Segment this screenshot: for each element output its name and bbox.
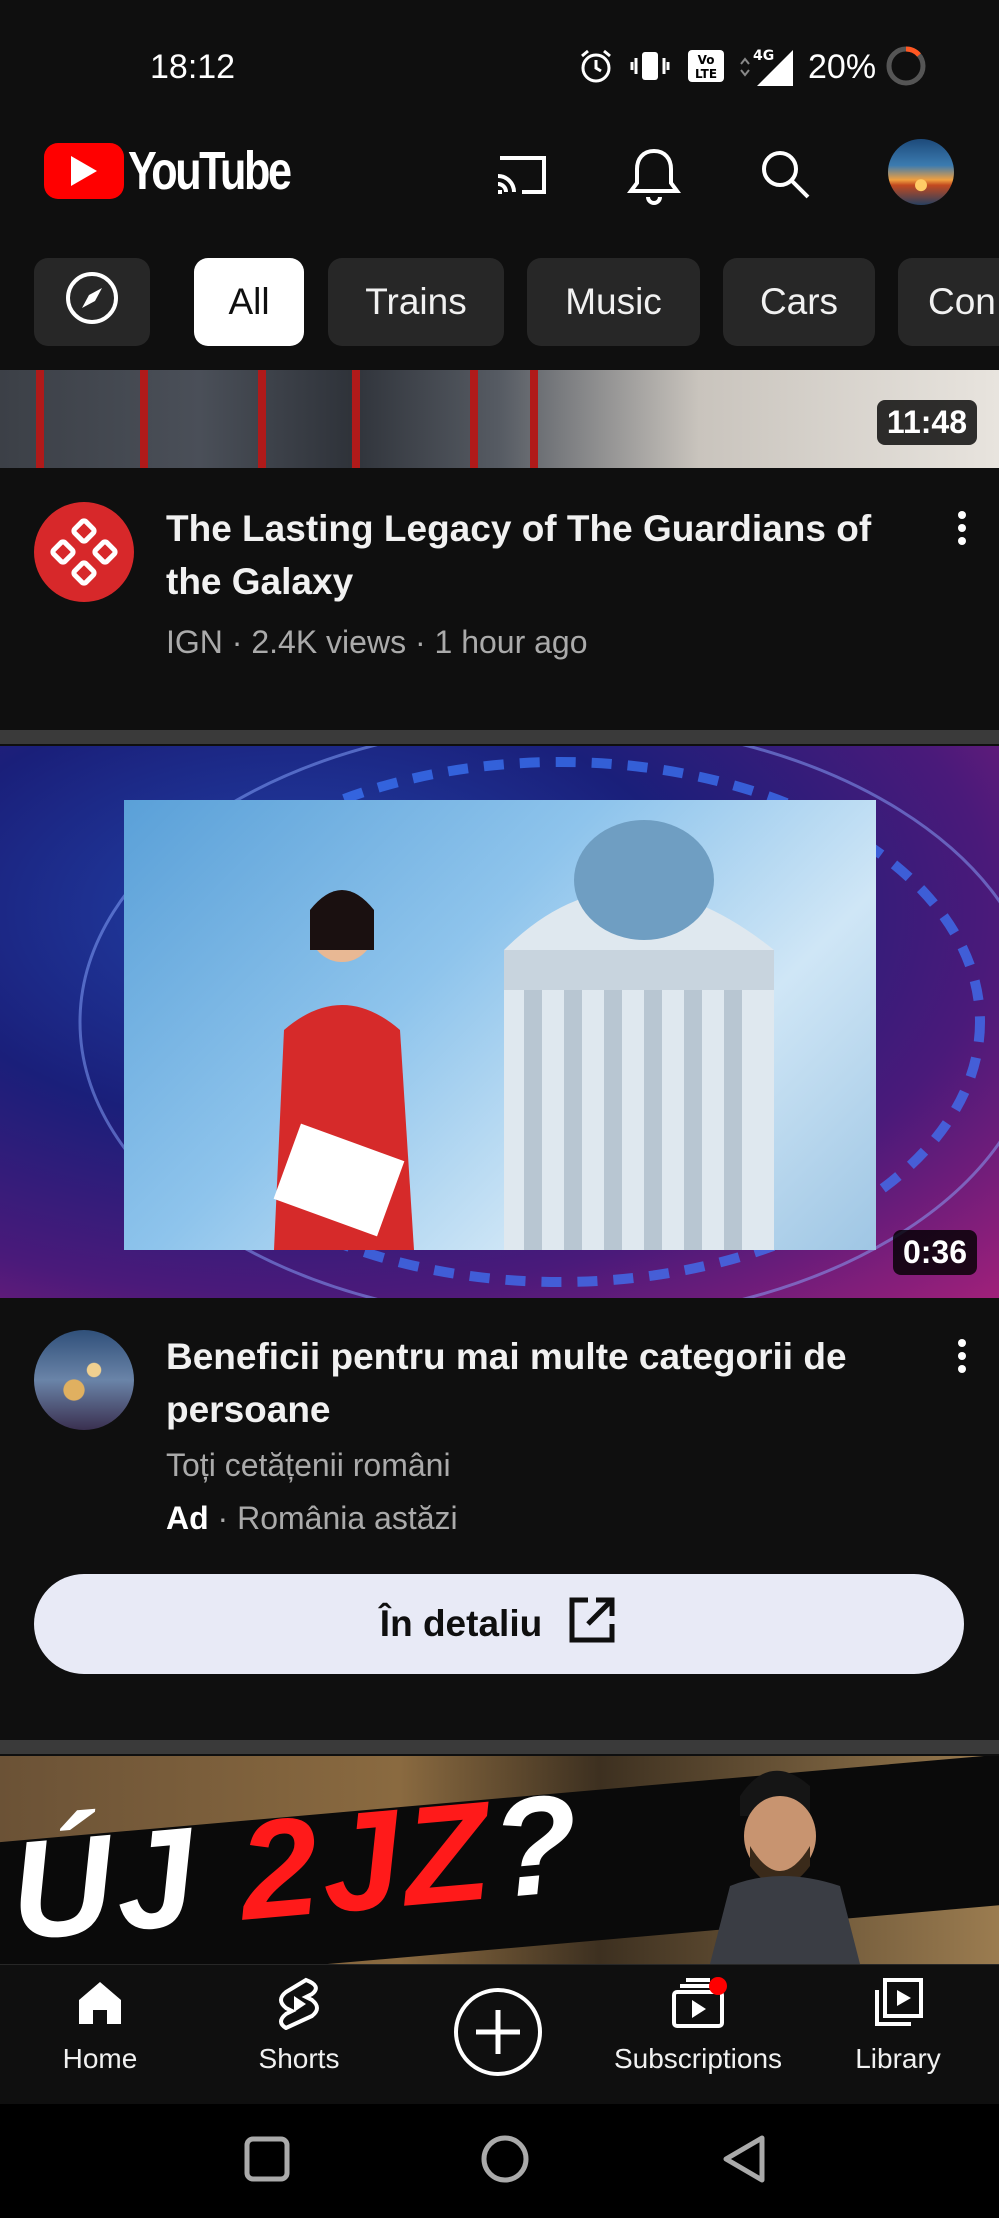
youtube-logo[interactable]: YouTube — [44, 140, 330, 202]
add-icon — [454, 1988, 542, 2076]
compass-icon — [64, 270, 120, 335]
notifications-icon[interactable] — [614, 135, 694, 215]
recents-icon[interactable] — [242, 2134, 292, 2184]
ad-thumbnail[interactable]: 0:36 — [0, 746, 999, 1298]
nav-label: Library — [855, 2043, 941, 2074]
advertiser-avatar[interactable] — [34, 1330, 134, 1430]
shorts-icon — [272, 1976, 326, 2035]
home-system-icon[interactable] — [478, 2132, 532, 2186]
search-icon[interactable] — [746, 135, 826, 215]
youtube-wordmark: YouTube — [128, 141, 292, 201]
svg-text:LTE: LTE — [695, 67, 717, 81]
svg-text:Vo: Vo — [698, 53, 715, 67]
video-thumbnail[interactable]: 11:48 — [0, 370, 999, 468]
cast-icon[interactable] — [482, 135, 562, 215]
volte-icon: Vo LTE — [684, 44, 728, 88]
battery-percent: 20% — [808, 48, 877, 86]
svg-text:4G: 4G — [753, 48, 774, 64]
nav-library[interactable]: Library — [798, 1976, 998, 2096]
video-duration: 11:48 — [876, 400, 977, 445]
chip-all[interactable]: All — [194, 258, 304, 346]
chip-con[interactable]: Con — [898, 258, 999, 346]
nav-subscriptions[interactable]: Subscriptions — [598, 1976, 798, 2096]
feed-separator — [0, 730, 999, 744]
battery-icon — [884, 44, 928, 88]
explore-chip[interactable] — [34, 258, 150, 346]
open-external-icon — [566, 1594, 618, 1655]
video-thumbnail[interactable]: ÚJ 2JZ? — [0, 1756, 999, 1964]
ad-badge: Ad — [166, 1500, 209, 1536]
home-icon — [73, 1976, 127, 2035]
feed-separator — [0, 1740, 999, 1754]
subscriptions-icon — [668, 1976, 728, 2035]
library-icon — [871, 1976, 925, 2035]
nav-home[interactable]: Home — [0, 1976, 200, 2096]
cta-label: În detaliu — [379, 1603, 543, 1644]
filter-chip-row: All Trains Music Cars Con — [0, 258, 999, 354]
ad-subtitle: Toți cetățenii români — [166, 1447, 451, 1483]
nav-label: Shorts — [258, 2043, 340, 2074]
ad-duration: 0:36 — [892, 1230, 977, 1275]
ad-advertiser: · România astăzi — [217, 1500, 458, 1536]
video-meta: IGN · 2.4K views · 1 hour ago — [166, 624, 588, 660]
channel-avatar[interactable] — [34, 502, 134, 602]
ad-cta-button[interactable]: În detaliu — [34, 1574, 964, 1674]
youtube-play-icon — [44, 143, 124, 199]
alarm-icon — [576, 44, 616, 88]
vibrate-icon — [628, 44, 672, 88]
status-time: 18:12 — [150, 48, 236, 86]
nav-label: Subscriptions — [613, 2043, 783, 2074]
ad-meta: Ad · România astăzi — [166, 1500, 458, 1537]
chip-cars[interactable]: Cars — [723, 258, 875, 346]
chip-music[interactable]: Music — [527, 258, 700, 346]
nav-label: Home — [62, 2043, 138, 2074]
video-title[interactable]: The Lasting Legacy of The Guardians of t… — [166, 502, 886, 608]
chip-trains[interactable]: Trains — [328, 258, 504, 346]
news-frame — [124, 800, 876, 1250]
nav-shorts[interactable]: Shorts — [199, 1976, 399, 2096]
create-button[interactable] — [452, 1986, 544, 2078]
signal-icon: 4G — [736, 44, 796, 88]
more-options-icon[interactable] — [942, 1326, 982, 1386]
more-options-icon[interactable] — [942, 498, 982, 558]
account-avatar[interactable] — [888, 139, 954, 205]
back-icon[interactable] — [718, 2132, 772, 2186]
ad-title[interactable]: Beneficii pentru mai multe categorii de … — [166, 1330, 906, 1436]
